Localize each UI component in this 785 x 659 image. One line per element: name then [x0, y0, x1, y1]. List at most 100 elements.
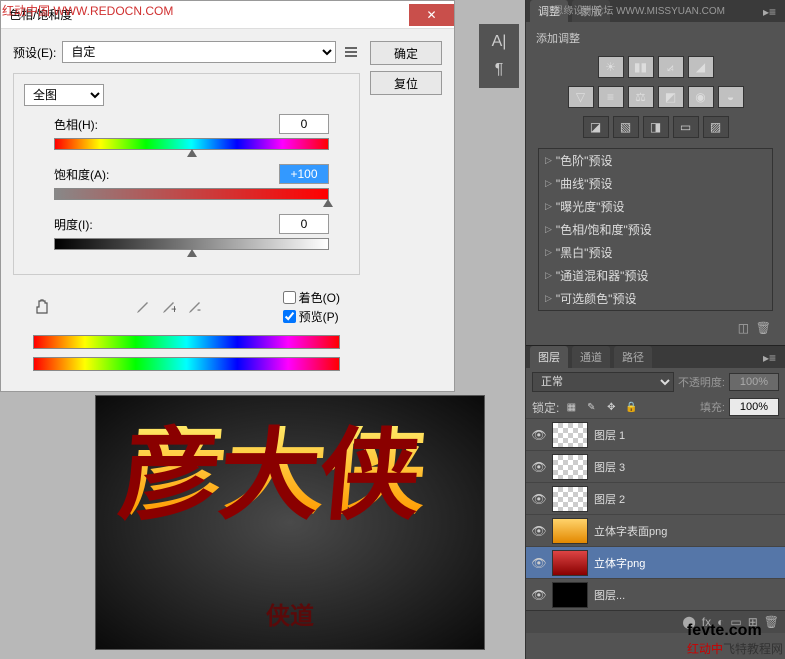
lock-position-icon[interactable]: ✥ — [603, 399, 619, 415]
saturation-slider[interactable] — [54, 188, 329, 200]
channel-select[interactable]: 全图 — [24, 84, 104, 106]
lock-transparency-icon[interactable]: ▦ — [563, 399, 579, 415]
visibility-toggle-icon[interactable]: 👁 — [526, 588, 552, 602]
watermark-top: 红动中国 WWW.REDOCN.COM — [2, 2, 173, 19]
preset-menu-icon[interactable] — [342, 43, 360, 61]
visibility-toggle-icon[interactable]: 👁 — [526, 556, 552, 570]
layer-thumbnail — [552, 550, 588, 576]
colorize-label: 着色(O) — [299, 289, 340, 306]
hue-range-bar-bottom — [33, 357, 340, 371]
lock-label: 锁定: — [532, 399, 559, 416]
colorize-checkbox[interactable] — [283, 291, 296, 304]
opacity-label: 不透明度: — [678, 374, 725, 390]
hand-tool-icon[interactable] — [33, 297, 53, 317]
clip-icon[interactable]: ◫ — [738, 321, 749, 335]
layer-name-label: 立体字png — [594, 555, 785, 571]
preset-curves[interactable]: ▷"曲线"预设 — [539, 172, 772, 195]
canvas-preview: 彦大侠 侠道 — [95, 395, 485, 650]
hue-sat-icon[interactable]: ≡ — [598, 86, 624, 108]
eyedropper-plus-icon[interactable]: + — [160, 299, 176, 315]
adjustments-panel: 调整 蒙版 ▸≡ 添加调整 ☀ ▮▮ ⦯ ◢ ▽ ≡ ⚖ ◩ ◉ ◒ ◪ ▧ — [526, 0, 785, 345]
tab-layers[interactable]: 图层 — [530, 346, 568, 368]
saturation-thumb[interactable] — [323, 199, 333, 207]
close-icon: ✕ — [426, 8, 436, 22]
opacity-input[interactable] — [729, 373, 779, 391]
layer-row[interactable]: 👁图层 3 — [526, 450, 785, 482]
trash-icon[interactable]: 🗑 — [756, 321, 771, 335]
artwork-main-text: 彦大侠 — [122, 426, 460, 516]
paragraph-panel-icon[interactable]: ¶ — [479, 56, 519, 84]
saturation-input[interactable] — [279, 164, 329, 184]
lightness-input[interactable] — [279, 214, 329, 234]
close-button[interactable]: ✕ — [409, 4, 454, 26]
layers-menu-icon[interactable]: ▸≡ — [758, 348, 781, 368]
hue-range-bar-top — [33, 335, 340, 349]
hue-slider[interactable] — [54, 138, 329, 150]
character-panel-icon[interactable]: A| — [479, 28, 519, 56]
ok-button[interactable]: 确定 — [370, 41, 442, 65]
preset-select[interactable]: 自定 — [62, 41, 336, 63]
preset-selective-color[interactable]: ▷"可选颜色"预设 — [539, 287, 772, 310]
color-balance-icon[interactable]: ⚖ — [628, 86, 654, 108]
layer-row[interactable]: 👁图层... — [526, 578, 785, 610]
hue-label: 色相(H): — [54, 116, 98, 133]
layer-row[interactable]: 👁 图层 2 — [526, 482, 785, 514]
hue-thumb[interactable] — [187, 149, 197, 157]
preview-checkbox[interactable] — [283, 310, 296, 323]
layer-row[interactable]: 👁 立体字png — [526, 546, 785, 578]
preset-hue-sat[interactable]: ▷"色相/饱和度"预设 — [539, 218, 772, 241]
reset-button[interactable]: 复位 — [370, 71, 442, 95]
preset-label: 预设(E): — [13, 44, 56, 61]
preset-channel-mixer[interactable]: ▷"通道混和器"预设 — [539, 264, 772, 287]
lock-pixels-icon[interactable]: ✎ — [583, 399, 599, 415]
preset-exposure[interactable]: ▷"曝光度"预设 — [539, 195, 772, 218]
black-white-icon[interactable]: ◩ — [658, 86, 684, 108]
watermark-top-right: 思缘设计论坛 WWW.MISSYUAN.COM — [553, 2, 725, 17]
curves-icon[interactable]: ⦯ — [658, 56, 684, 78]
exposure-icon[interactable]: ◢ — [688, 56, 714, 78]
eyedropper-icon[interactable] — [134, 299, 150, 315]
preset-levels[interactable]: ▷"色阶"预设 — [539, 149, 772, 172]
adjustment-presets-list: ▷"色阶"预设 ▷"曲线"预设 ▷"曝光度"预设 ▷"色相/饱和度"预设 ▷"黑… — [538, 148, 773, 311]
svg-text:+: + — [171, 302, 176, 315]
lightness-slider[interactable] — [54, 238, 329, 250]
invert-icon[interactable]: ◪ — [583, 116, 609, 138]
layer-thumbnail — [552, 486, 588, 512]
photo-filter-icon[interactable]: ◉ — [688, 86, 714, 108]
threshold-icon[interactable]: ◨ — [643, 116, 669, 138]
eyedropper-minus-icon[interactable]: - — [186, 299, 202, 315]
tab-paths[interactable]: 路径 — [614, 346, 652, 368]
gradient-map-icon[interactable]: ▭ — [673, 116, 699, 138]
watermark-bottom: fevte.com 红动中飞特教程网 — [687, 622, 783, 657]
layer-thumbnail — [552, 454, 588, 480]
hue-saturation-dialog: 色相/饱和度 ✕ 预设(E): 自定 全图 — [0, 0, 455, 392]
colorize-checkbox-row[interactable]: 着色(O) — [283, 289, 340, 306]
visibility-toggle-icon[interactable]: 👁 — [526, 492, 552, 506]
posterize-icon[interactable]: ▧ — [613, 116, 639, 138]
brightness-contrast-icon[interactable]: ☀ — [598, 56, 624, 78]
layer-row[interactable]: 👁图层 1 — [526, 418, 785, 450]
preview-checkbox-row[interactable]: 预览(P) — [283, 308, 340, 325]
fill-input[interactable] — [729, 398, 779, 416]
hue-input[interactable] — [279, 114, 329, 134]
tab-channels[interactable]: 通道 — [572, 346, 610, 368]
panel-menu-icon[interactable]: ▸≡ — [758, 2, 781, 22]
vibrance-icon[interactable]: ▽ — [568, 86, 594, 108]
visibility-toggle-icon[interactable]: 👁 — [526, 524, 552, 538]
layer-row[interactable]: 👁立体字表面png — [526, 514, 785, 546]
layer-name-label: 图层 2 — [594, 491, 785, 507]
visibility-toggle-icon[interactable]: 👁 — [526, 460, 552, 474]
lock-all-icon[interactable]: 🔒 — [623, 399, 639, 415]
artwork-subtitle: 侠道 — [266, 596, 314, 631]
lightness-thumb[interactable] — [187, 249, 197, 257]
levels-icon[interactable]: ▮▮ — [628, 56, 654, 78]
blend-mode-select[interactable]: 正常 — [532, 372, 674, 392]
preview-label: 预览(P) — [299, 308, 339, 325]
preset-bw[interactable]: ▷"黑白"预设 — [539, 241, 772, 264]
add-adjustment-label: 添加调整 — [532, 28, 779, 52]
fill-label: 填充: — [700, 399, 725, 415]
channel-mixer-icon[interactable]: ◒ — [718, 86, 744, 108]
visibility-toggle-icon[interactable]: 👁 — [526, 428, 552, 442]
selective-color-icon[interactable]: ▨ — [703, 116, 729, 138]
panel-collapse-icons: A| ¶ — [479, 24, 519, 88]
